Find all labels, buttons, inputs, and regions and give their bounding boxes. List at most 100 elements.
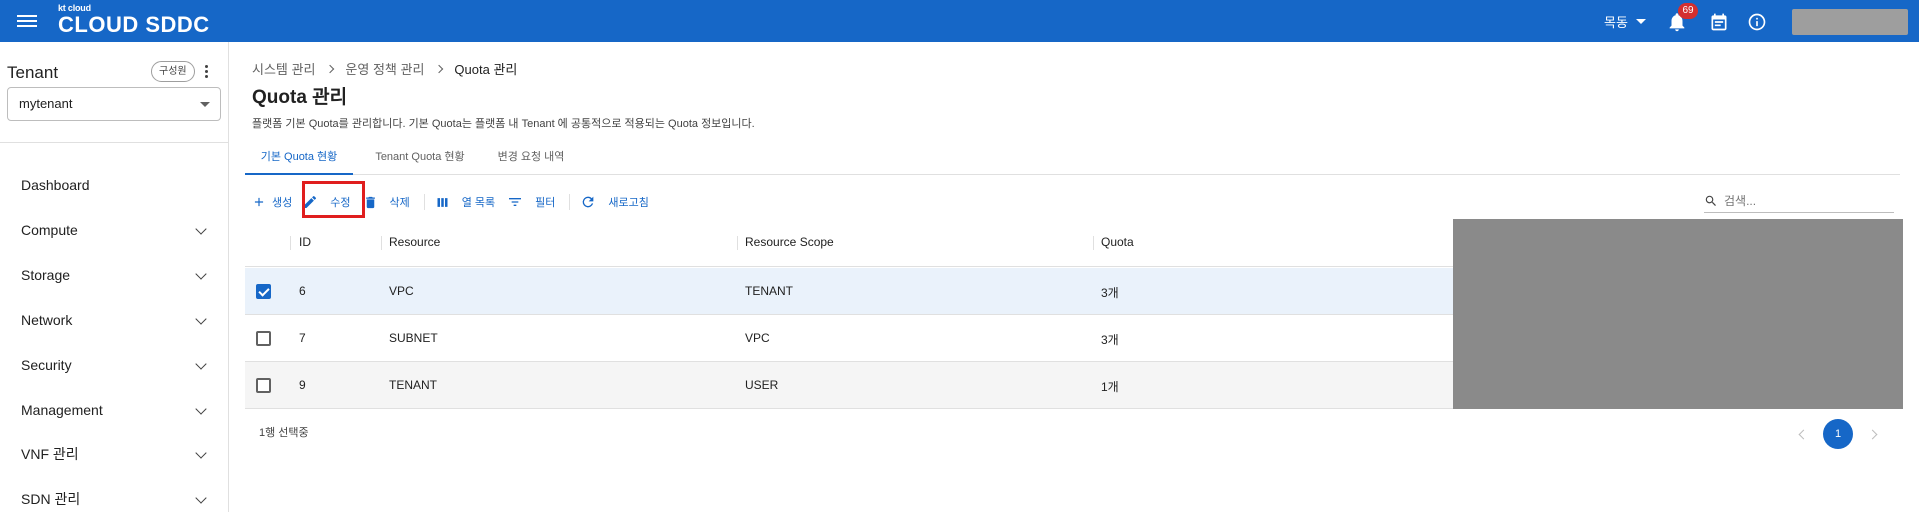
notification-badge: 69 xyxy=(1678,3,1698,19)
chevron-down-icon xyxy=(195,223,207,235)
chevron-left-icon[interactable] xyxy=(1798,429,1809,439)
search-field[interactable] xyxy=(1704,189,1894,213)
pagination: 1 xyxy=(1798,419,1878,449)
selection-status: 1행 선택중 xyxy=(259,427,309,439)
sidebar-item-security[interactable]: Security xyxy=(0,345,229,385)
breadcrumb-item[interactable]: 시스템 관리 xyxy=(252,59,315,78)
cell-id: 7 xyxy=(299,331,306,345)
sidebar-item-label: Dashboard xyxy=(21,177,90,193)
create-button[interactable]: 생성 xyxy=(252,190,292,214)
more-vert-icon[interactable] xyxy=(201,63,211,81)
breadcrumb-item[interactable]: 운영 정책 관리 xyxy=(345,59,424,78)
chevron-right-icon xyxy=(435,64,444,73)
sidebar-item-label: Management xyxy=(21,402,103,418)
refresh-button-label: 새로고침 xyxy=(608,197,649,209)
tab-bar: 기본 Quota 현황 Tenant Quota 현황 변경 요청 내역 xyxy=(245,143,1900,175)
column-separator xyxy=(1093,236,1094,250)
page-description: 플랫폼 기본 Quota를 관리합니다. 기본 Quota는 플랫폼 내 Ten… xyxy=(252,118,755,130)
sidebar-item-label: Compute xyxy=(21,222,78,238)
chevron-down-icon xyxy=(195,358,207,370)
toolbar-divider xyxy=(423,194,425,210)
column-separator xyxy=(381,236,382,250)
search-input[interactable] xyxy=(1724,193,1884,208)
role-chip: 구성원 xyxy=(151,61,195,82)
sidebar-item-network[interactable]: Network xyxy=(0,300,229,340)
sidebar-item-storage[interactable]: Storage xyxy=(0,255,229,295)
chevron-down-icon xyxy=(195,492,207,504)
row-checkbox[interactable] xyxy=(256,284,271,299)
refresh-icon xyxy=(583,196,594,208)
cell-id: 9 xyxy=(299,378,306,392)
cell-id: 6 xyxy=(299,284,306,298)
row-checkbox[interactable] xyxy=(256,331,271,346)
column-header-resource-scope[interactable]: Resource Scope xyxy=(745,235,834,249)
search-icon xyxy=(1705,195,1716,206)
sidebar-item-dashboard[interactable]: Dashboard xyxy=(0,165,229,205)
sidebar-title: Tenant xyxy=(7,63,59,82)
refresh-button[interactable]: 새로고침 xyxy=(580,190,649,214)
region-selector[interactable]: 목동 xyxy=(1604,12,1646,31)
chevron-down-icon xyxy=(1635,19,1646,24)
user-account-button[interactable] xyxy=(1792,9,1908,35)
column-header-resource[interactable]: Resource xyxy=(389,235,440,249)
chevron-down-icon xyxy=(195,313,207,325)
cell-resource-scope: TENANT xyxy=(745,284,793,298)
column-header-id[interactable]: ID xyxy=(299,235,311,249)
cell-resource: TENANT xyxy=(389,378,437,392)
chevron-right-icon[interactable] xyxy=(1867,429,1878,439)
tenant-select-value: mytenant xyxy=(19,96,73,111)
delete-button-label: 삭제 xyxy=(389,197,410,209)
sidebar-item-vnf[interactable]: VNF 관리 xyxy=(0,434,229,474)
row-checkbox[interactable] xyxy=(256,378,271,393)
sidebar-item-management[interactable]: Management xyxy=(0,390,229,430)
cell-quota: 3개 xyxy=(1101,333,1119,347)
toolbar-divider xyxy=(569,194,571,210)
cell-resource: SUBNET xyxy=(389,331,438,345)
tab-change-requests[interactable]: 변경 요청 내역 xyxy=(488,143,574,175)
app-logo[interactable]: kt cloud CLOUD SDDC xyxy=(58,4,210,37)
sidebar-item-label: VNF 관리 xyxy=(21,446,79,462)
page-title: Quota 관리 xyxy=(252,87,348,108)
redacted-area xyxy=(1453,219,1903,409)
delete-button[interactable]: 삭제 xyxy=(363,190,410,214)
chevron-down-icon xyxy=(195,268,207,280)
info-icon[interactable] xyxy=(1747,12,1767,32)
sidebar-item-label: Security xyxy=(21,357,72,373)
create-button-label: 생성 xyxy=(272,197,293,209)
filter-button[interactable]: 필터 xyxy=(507,190,555,214)
cell-resource-scope: VPC xyxy=(745,331,770,345)
cell-resource-scope: USER xyxy=(745,378,779,392)
menu-icon[interactable] xyxy=(17,12,37,30)
cell-quota: 1개 xyxy=(1101,380,1119,394)
chevron-down-icon xyxy=(200,102,210,107)
sidebar-item-sdn[interactable]: SDN 관리 xyxy=(0,479,229,519)
sidebar-item-compute[interactable]: Compute xyxy=(0,210,229,250)
tab-tenant-quota[interactable]: Tenant Quota 현황 xyxy=(361,143,479,175)
filter-icon xyxy=(509,198,522,206)
add-icon xyxy=(254,197,264,207)
sidebar-item-label: Storage xyxy=(21,267,71,283)
breadcrumb-current: Quota 관리 xyxy=(454,62,518,77)
calendar-icon[interactable] xyxy=(1709,12,1729,32)
column-separator xyxy=(290,236,291,250)
sidebar-item-label: Network xyxy=(21,312,73,328)
column-separator xyxy=(737,236,738,250)
sidebar: Tenant 구성원 mytenant Dashboard Compute St… xyxy=(0,42,229,512)
sidebar-item-label: SDN 관리 xyxy=(21,491,81,507)
chevron-down-icon xyxy=(195,447,207,459)
tenant-select[interactable]: mytenant xyxy=(7,87,221,121)
cell-quota: 3개 xyxy=(1101,286,1119,300)
column-header-quota[interactable]: Quota xyxy=(1101,235,1134,249)
edit-button-highlight xyxy=(302,181,365,218)
tab-default-quota[interactable]: 기본 Quota 현황 xyxy=(245,143,353,175)
chevron-right-icon xyxy=(326,64,335,73)
chevron-down-icon xyxy=(195,403,207,415)
breadcrumb: 시스템 관리 운영 정책 관리 Quota 관리 xyxy=(252,59,517,78)
view-column-icon xyxy=(437,197,448,207)
columns-button-label: 열 목록 xyxy=(461,197,496,209)
logo-main-text: CLOUD SDDC xyxy=(58,12,210,37)
region-label: 목동 xyxy=(1604,15,1628,30)
columns-button[interactable]: 열 목록 xyxy=(435,190,495,214)
page-number-button[interactable]: 1 xyxy=(1823,419,1853,449)
top-app-bar: kt cloud CLOUD SDDC 목동 69 xyxy=(0,0,1919,42)
